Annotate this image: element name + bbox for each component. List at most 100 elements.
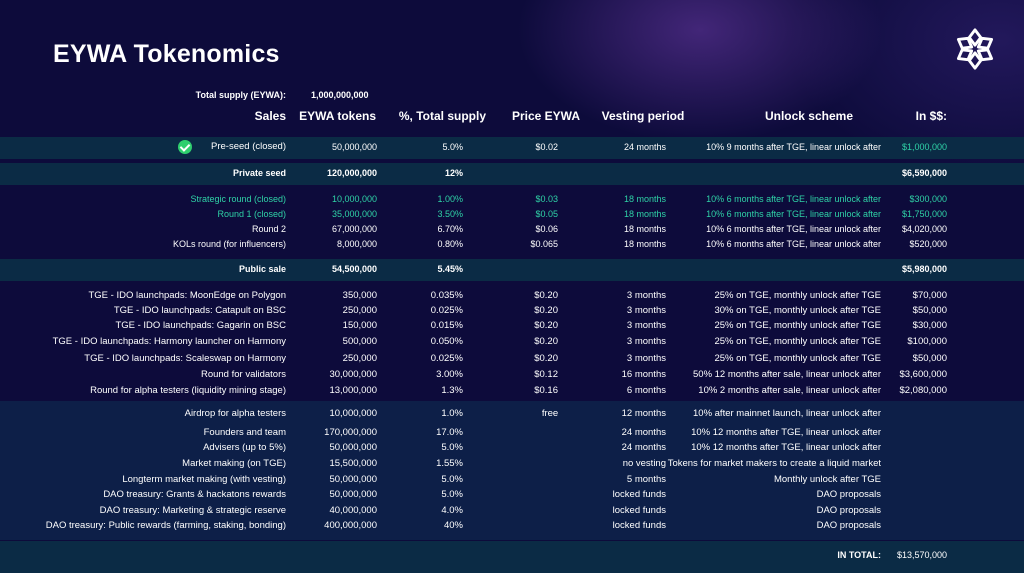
row-4-name: Round 2 xyxy=(251,224,286,234)
row-21-pct: 40% xyxy=(443,520,463,531)
row-13-name: Round for alpha testers (liquidity minin… xyxy=(90,385,286,396)
row-12-name: Round for validators xyxy=(200,369,286,380)
eywa-logo-icon xyxy=(956,28,994,70)
row-3-price: $0.05 xyxy=(535,209,558,219)
row-4-usd: $4,020,000 xyxy=(901,224,947,234)
row-9-vesting: 3 months xyxy=(626,320,666,331)
total-value: $13,570,000 xyxy=(896,550,947,560)
row-17-tokens: 15,500,000 xyxy=(329,458,377,469)
row-13-price: $0.16 xyxy=(534,385,558,396)
row-18-unlock: Monthly unlock after TGE xyxy=(773,474,881,485)
header-usd: In $$: xyxy=(915,109,947,123)
row-16-pct: 5.0% xyxy=(441,442,463,453)
row-8-price: $0.20 xyxy=(534,305,558,316)
row-3-name: Round 1 (closed) xyxy=(217,209,286,219)
row-21-unlock: DAO proposals xyxy=(816,520,881,531)
row-14-tokens: 10,000,000 xyxy=(329,408,377,419)
row-20-tokens: 40,000,000 xyxy=(329,505,377,516)
row-4-price: $0.06 xyxy=(535,224,558,234)
row-17-name: Market making (on TGE) xyxy=(182,458,286,469)
row-13-unlock: 10% 2 months after sale, linear unlock a… xyxy=(698,385,881,396)
row-5-name: KOLs round (for influencers) xyxy=(172,239,286,249)
row-7-tokens: 350,000 xyxy=(342,290,377,301)
row-15-name: Founders and team xyxy=(203,427,286,438)
row-12-vesting: 16 months xyxy=(621,369,666,380)
row-11-unlock: 25% on TGE, monthly unlock after TGE xyxy=(714,353,881,364)
row-8-usd: $50,000 xyxy=(912,305,947,316)
row-5-pct: 0.80% xyxy=(437,239,463,249)
row-3-unlock: 10% 6 months after TGE, linear unlock af… xyxy=(706,209,881,219)
row-2-pct: 1.00% xyxy=(437,194,463,204)
row-12-tokens: 30,000,000 xyxy=(329,369,377,380)
row-7-price: $0.20 xyxy=(534,290,558,301)
row-1-usd: $6,590,000 xyxy=(901,168,947,178)
row-13-tokens: 13,000,000 xyxy=(329,385,377,396)
row-20-pct: 4.0% xyxy=(441,505,463,516)
header-vesting: Vesting period xyxy=(601,109,685,123)
row-21-tokens: 400,000,000 xyxy=(324,520,377,531)
row-14-name: Airdrop for alpha testers xyxy=(184,408,286,419)
total-supply-label: Total supply (EYWA): xyxy=(195,90,286,100)
row-7-pct: 0.035% xyxy=(430,290,463,301)
row-18-vesting: 5 months xyxy=(626,474,666,485)
row-15-pct: 17.0% xyxy=(436,427,463,438)
page-title: EYWA Tokenomics xyxy=(53,40,280,68)
row-9-name: TGE - IDO launchpads: Gagarin on BSC xyxy=(115,320,286,331)
total-label: IN TOTAL: xyxy=(837,550,881,560)
row-4-tokens: 67,000,000 xyxy=(331,224,377,234)
header-unlock: Unlock scheme xyxy=(764,109,854,123)
row-10-pct: 0.050% xyxy=(430,336,463,347)
row-7-vesting: 3 months xyxy=(626,290,666,301)
row-13-pct: 1.3% xyxy=(441,385,463,396)
row-1-tokens: 120,000,000 xyxy=(326,168,377,178)
row-11-name: TGE - IDO launchpads: Scaleswap on Harmo… xyxy=(84,353,286,364)
row-1-name: Private seed xyxy=(232,168,286,178)
row-6-usd: $5,980,000 xyxy=(901,264,947,274)
row-10-vesting: 3 months xyxy=(626,336,666,347)
row-12-usd: $3,600,000 xyxy=(899,369,947,380)
total-supply-value: 1,000,000,000 xyxy=(311,90,369,100)
row-3-usd: $1,750,000 xyxy=(901,209,947,219)
row-8-name: TGE - IDO launchpads: Catapult on BSC xyxy=(113,305,286,316)
row-13-vesting: 6 months xyxy=(626,385,666,396)
row-4-vesting: 18 months xyxy=(623,224,666,234)
row-16-name: Advisers (up to 5%) xyxy=(203,442,286,453)
row-0-tokens: 50,000,000 xyxy=(331,142,377,152)
row-2-price: $0.03 xyxy=(535,194,558,204)
row-12-pct: 3.00% xyxy=(436,369,463,380)
row-2-usd: $300,000 xyxy=(909,194,947,204)
row-14-pct: 1.0% xyxy=(441,408,463,419)
row-14-vesting: 12 months xyxy=(621,408,666,419)
row-6-pct: 5.45% xyxy=(437,264,463,274)
band-private-seed xyxy=(0,163,1024,185)
row-17-vesting: no vesting xyxy=(622,458,666,469)
check-circle-icon xyxy=(178,140,192,154)
row-10-name: TGE - IDO launchpads: Harmony launcher o… xyxy=(52,336,286,347)
row-6-name: Public sale xyxy=(238,264,286,274)
header-tokens: EYWA tokens xyxy=(299,109,376,123)
row-8-vesting: 3 months xyxy=(626,305,666,316)
row-19-tokens: 50,000,000 xyxy=(329,489,377,500)
row-11-price: $0.20 xyxy=(534,353,558,364)
row-18-pct: 5.0% xyxy=(441,474,463,485)
row-9-price: $0.20 xyxy=(534,320,558,331)
row-0-usd: $1,000,000 xyxy=(901,142,947,152)
row-15-tokens: 170,000,000 xyxy=(324,427,377,438)
row-0-vesting: 24 months xyxy=(623,142,666,152)
header-sales: Sales xyxy=(254,109,286,123)
row-7-usd: $70,000 xyxy=(912,290,947,301)
row-2-unlock: 10% 6 months after TGE, linear unlock af… xyxy=(706,194,881,204)
row-6-tokens: 54,500,000 xyxy=(331,264,377,274)
band-public-sale xyxy=(0,259,1024,281)
row-3-pct: 3.50% xyxy=(437,209,463,219)
row-17-pct: 1.55% xyxy=(436,458,463,469)
row-5-vesting: 18 months xyxy=(623,239,666,249)
row-5-price: $0.065 xyxy=(530,239,558,249)
row-5-unlock: 10% 6 months after TGE, linear unlock af… xyxy=(706,239,881,249)
row-3-vesting: 18 months xyxy=(623,209,666,219)
row-17-unlock: Tokens for market makers to create a liq… xyxy=(667,458,881,469)
row-16-tokens: 50,000,000 xyxy=(329,442,377,453)
row-19-vesting: locked funds xyxy=(612,489,666,500)
row-12-unlock: 50% 12 months after sale, linear unlock … xyxy=(693,369,881,380)
row-4-pct: 6.70% xyxy=(437,224,463,234)
